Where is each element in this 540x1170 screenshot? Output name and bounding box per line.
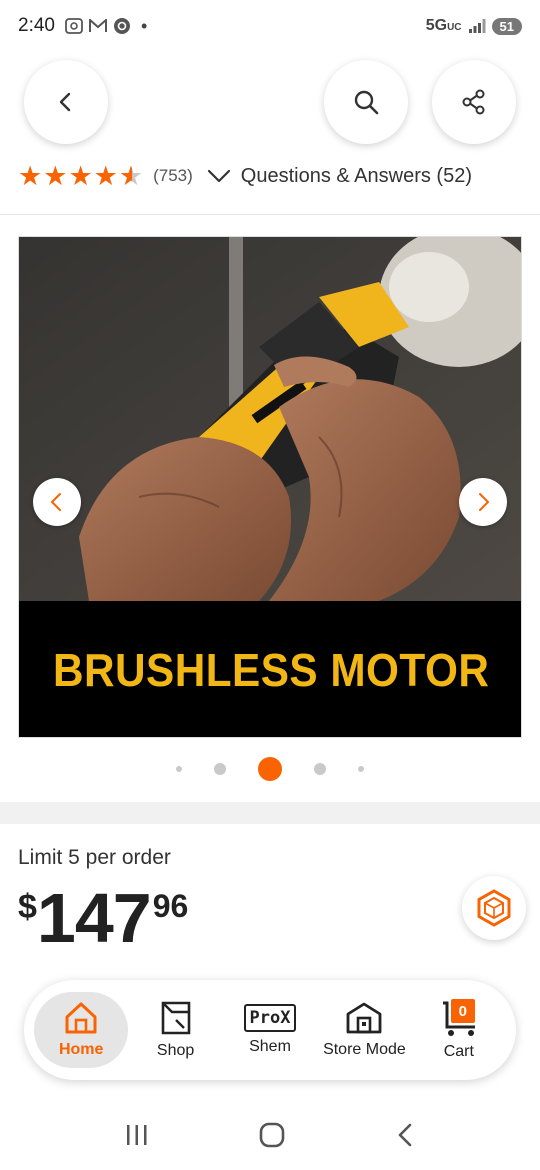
chevron-left-icon	[59, 92, 71, 112]
questions-answers-link[interactable]: Questions & Answers (52)	[241, 165, 472, 188]
chevron-left-icon	[51, 493, 61, 511]
home-circle-icon[interactable]	[258, 1121, 286, 1149]
price-currency: $	[18, 888, 37, 926]
product-photo	[19, 237, 521, 601]
chevron-right-icon	[479, 493, 489, 511]
nav-label: Shem	[249, 1038, 291, 1055]
pagination-dot[interactable]	[358, 766, 364, 772]
pagination-dot[interactable]	[176, 766, 182, 772]
hexagon-logo-icon	[477, 889, 511, 927]
rating-row: ★ ★ ★ ★ ★ (753) Questions & Answers (52)	[18, 158, 522, 194]
nav-label: Cart	[443, 1043, 474, 1060]
prox-icon: ProX	[243, 1004, 297, 1032]
star-icon: ★	[43, 160, 68, 191]
system-navigation-bar	[0, 1100, 540, 1170]
nav-label: Home	[58, 1041, 104, 1058]
purchase-limit: Limit 5 per order	[18, 846, 171, 869]
cart-icon: 0	[439, 999, 479, 1037]
banner-text: BRUSHLESS MOTOR	[52, 644, 490, 696]
gallery-prev-button[interactable]	[33, 478, 81, 526]
nav-label: Store Mode	[323, 1041, 406, 1058]
share-button[interactable]	[432, 60, 516, 144]
nav-shop[interactable]: Shop	[128, 992, 222, 1068]
banner: BRUSHLESS MOTOR	[19, 601, 521, 737]
system-back-icon[interactable]	[394, 1122, 416, 1148]
star-icon: ★	[93, 160, 118, 191]
gallery-next-button[interactable]	[459, 478, 507, 526]
status-notification-icons: •	[65, 16, 147, 37]
product-image-gallery[interactable]: BRUSHLESS MOTOR	[18, 236, 522, 738]
pagination-dot[interactable]	[314, 763, 326, 775]
network-label: 5GUC	[425, 17, 462, 34]
signal-icon	[468, 19, 486, 33]
share-icon	[462, 89, 485, 115]
nav-home[interactable]: Home	[34, 992, 129, 1068]
pro-assistant-button[interactable]	[462, 876, 526, 940]
sync-icon	[113, 18, 130, 34]
status-right: 5GUC 51	[426, 17, 522, 35]
star-icon: ★	[18, 160, 43, 191]
gallery-pagination[interactable]	[0, 756, 540, 782]
recent-apps-icon[interactable]	[124, 1123, 150, 1147]
screenshot-icon	[65, 18, 83, 34]
battery-icon: 51	[491, 17, 522, 35]
cart-count-badge: 0	[450, 999, 475, 1023]
pagination-dot[interactable]	[214, 763, 226, 775]
search-button[interactable]	[324, 60, 408, 144]
store-icon	[347, 1002, 382, 1034]
search-icon	[354, 90, 379, 115]
star-rating[interactable]: ★ ★ ★ ★ ★	[18, 160, 144, 191]
nav-store-mode[interactable]: Store Mode	[317, 992, 411, 1068]
price-cents: 96	[152, 888, 189, 924]
bottom-navigation: Home Shop ProX Shem Store Mode 0 Cart	[24, 980, 516, 1080]
review-count[interactable]: (753)	[153, 166, 193, 186]
gmail-icon	[88, 19, 107, 32]
chevron-down-icon[interactable]	[207, 168, 231, 184]
section-divider	[0, 802, 540, 824]
nav-shem[interactable]: ProX Shem	[223, 992, 317, 1068]
star-icon: ★	[68, 160, 93, 191]
half-star-icon: ★	[118, 160, 144, 191]
home-icon	[65, 1002, 97, 1034]
price: $ 147 96	[18, 878, 188, 958]
price-dollars: 147	[36, 879, 152, 957]
divider	[0, 214, 540, 215]
nav-cart[interactable]: 0 Cart	[412, 992, 506, 1068]
status-time: 2:40	[18, 15, 55, 36]
pagination-dot-active[interactable]	[258, 757, 282, 781]
status-bar: 2:40 • 5GUC 51	[0, 0, 540, 52]
back-button[interactable]	[24, 60, 108, 144]
nav-label: Shop	[156, 1042, 195, 1059]
dot-icon: •	[140, 15, 148, 36]
shop-icon	[161, 1001, 190, 1035]
